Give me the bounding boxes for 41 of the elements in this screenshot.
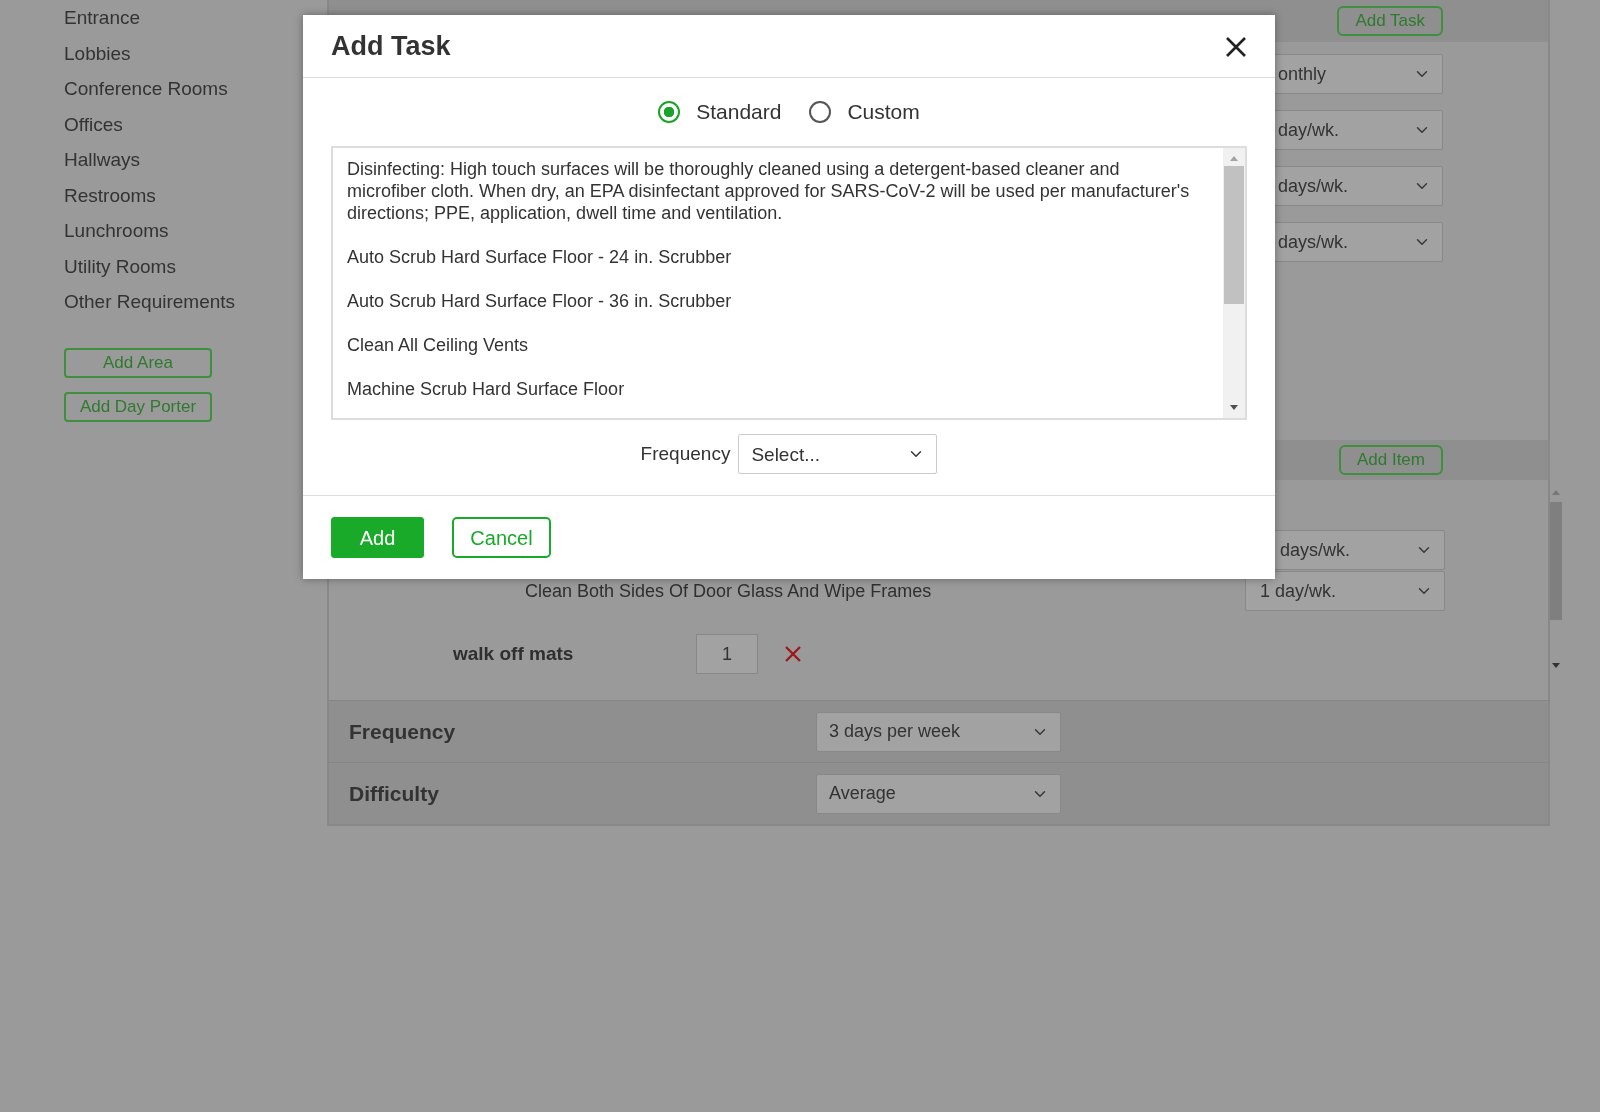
sidebar-item[interactable]: Hallways: [64, 142, 141, 178]
setting-label: Frequency: [348, 718, 457, 745]
cancel-button[interactable]: Cancel: [452, 517, 551, 558]
dialog-title: Add Task: [331, 29, 451, 63]
sidebar-item[interactable]: Conference Rooms: [64, 71, 228, 107]
close-button[interactable]: [1225, 34, 1247, 58]
radio-button[interactable]: [809, 101, 832, 123]
scroll-thumb[interactable]: [1224, 166, 1244, 304]
setting-label: Difficulty: [348, 780, 440, 807]
sidebar-item[interactable]: Other Requirements: [64, 284, 236, 320]
radio-label: Custom: [847, 99, 920, 126]
sidebar-item[interactable]: Entrance: [64, 0, 141, 36]
sidebar-item[interactable]: Offices: [64, 106, 123, 142]
scroll-down-icon[interactable]: [1551, 662, 1561, 670]
item-label: walk off mats: [453, 641, 575, 666]
task-option[interactable]: Machine Scrub Hard Surface Floor: [347, 378, 1197, 400]
scroll-up-icon[interactable]: [1551, 488, 1561, 496]
setting-select[interactable]: 3 days per week: [816, 711, 1061, 752]
scroll-up-icon[interactable]: [1229, 154, 1239, 162]
frequency-label: Frequency: [640, 441, 731, 466]
task-label: Clean Both Sides Of Door Glass And Wipe Frames: [525, 579, 933, 603]
frequency-select[interactable]: 1 day/wk.: [1245, 571, 1445, 611]
task-list[interactable]: [331, 146, 1247, 420]
radio-button[interactable]: [658, 101, 681, 123]
task-option[interactable]: Auto Scrub Hard Surface Floor - 24 in. Scrubber: [347, 246, 1197, 268]
frequency-select[interactable]: Select...: [738, 434, 938, 474]
task-option[interactable]: Disinfecting: High touch surfaces will be thoroughly cleaned using a detergent-based cleaner and microfiber cloth. When dry, an EPA disinfectant approved for SARS-CoV-2 will be used per manufacturer's directions; PPE, application, dwell time and ventilation.: [347, 158, 1197, 224]
scroll-thumb[interactable]: [1550, 502, 1562, 620]
scroll-down-icon[interactable]: [1229, 404, 1239, 412]
task-option[interactable]: Clean All Ceiling Vents: [347, 334, 1197, 356]
add-button[interactable]: Add: [331, 517, 424, 558]
sidebar-item[interactable]: Utility Rooms: [64, 248, 176, 284]
task-option[interactable]: Auto Scrub Hard Surface Floor - 36 in. Scrubber: [347, 290, 1197, 312]
sidebar-item[interactable]: Lunchrooms: [64, 213, 169, 249]
remove-icon[interactable]: [784, 645, 802, 663]
quantity-field[interactable]: 1: [696, 634, 758, 674]
sidebar-item[interactable]: Lobbies: [64, 35, 131, 71]
sidebar-item[interactable]: Restrooms: [64, 177, 156, 213]
radio-label: Standard: [696, 99, 782, 126]
scrollbar[interactable]: [1223, 148, 1245, 418]
setting-select[interactable]: Average: [816, 773, 1061, 814]
